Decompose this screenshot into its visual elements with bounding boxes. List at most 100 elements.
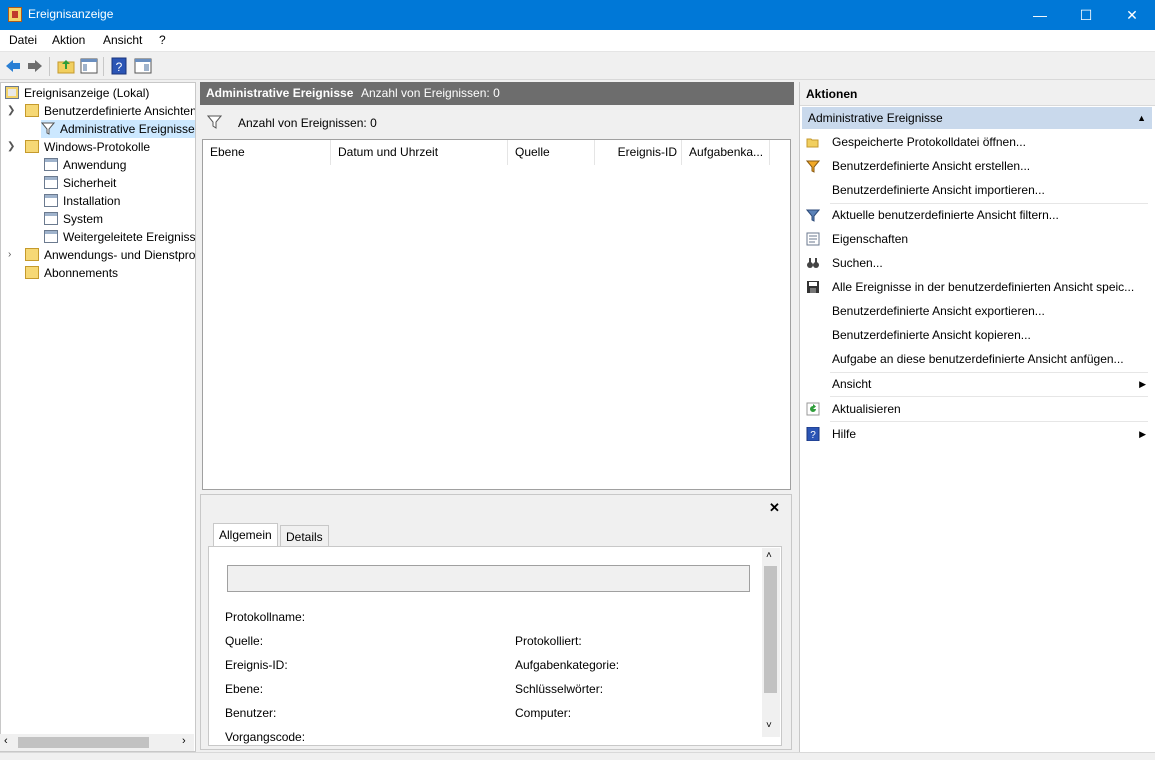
action-find[interactable]: Suchen... [804, 252, 1150, 274]
view-title: Administrative Ereignisse [206, 86, 354, 100]
column-header-datum[interactable]: Datum und Uhrzeit [331, 140, 508, 165]
create-filter-icon [806, 160, 820, 173]
label-benutzer: Benutzer: [225, 706, 277, 720]
action-export-custom-view[interactable]: Benutzerdefinierte Ansicht exportieren..… [804, 300, 1150, 322]
label-quelle: Quelle: [225, 634, 264, 648]
separator [830, 421, 1148, 422]
console-tree: Ereignisanzeige (Lokal) ❯ Benutzerdefini… [0, 82, 196, 752]
scroll-right-icon[interactable]: › [182, 735, 186, 747]
tree-item-windows-logs[interactable]: Windows-Protokolle [25, 138, 150, 156]
action-properties[interactable]: Eigenschaften [804, 228, 1150, 250]
svg-text:?: ? [810, 430, 816, 441]
tree-item-system[interactable]: System [44, 210, 103, 228]
label-schluesselwoerter: Schlüsselwörter: [515, 682, 604, 696]
action-copy-custom-view[interactable]: Benutzerdefinierte Ansicht kopieren... [804, 324, 1150, 346]
save-icon [807, 281, 819, 293]
action-import-custom-view[interactable]: Benutzerdefinierte Ansicht importieren..… [804, 179, 1150, 201]
show-hide-action-pane-icon[interactable] [134, 57, 152, 75]
event-viewer-app-icon [8, 7, 22, 22]
submenu-arrow-icon: ▶ [1139, 379, 1146, 389]
menu-bar: Datei Aktion Ansicht ? [0, 30, 1155, 52]
tree-item-sicherheit[interactable]: Sicherheit [44, 174, 116, 192]
actions-section-header[interactable]: Administrative Ereignisse ▲ [802, 107, 1152, 129]
actions-pane: Aktionen Administrative Ereignisse ▲ Ges… [799, 82, 1155, 752]
minimize-button[interactable]: — [1017, 0, 1063, 30]
label-aufgabenkategorie: Aufgabenkategorie: [515, 658, 620, 672]
action-save-all-events[interactable]: Alle Ereignisse in der benutzerdefiniert… [804, 276, 1150, 298]
actions-header: Aktionen [800, 82, 1155, 106]
close-button[interactable]: ✕ [1109, 0, 1155, 30]
back-arrow-icon[interactable] [4, 57, 22, 75]
tree-item-subscriptions[interactable]: Abonnements [25, 264, 118, 282]
status-bar [0, 752, 1155, 760]
event-count: Anzahl von Ereignissen: 0 [361, 86, 500, 100]
event-viewer-icon [5, 86, 19, 99]
general-tab-panel: Protokollname: Quelle: Protokolliert: Er… [208, 546, 782, 746]
log-icon [44, 230, 58, 243]
action-attach-task[interactable]: Aufgabe an diese benutzerdefinierte Ansi… [804, 348, 1150, 370]
action-view[interactable]: Ansicht ▶ [804, 373, 1150, 395]
column-header-ereignis-id[interactable]: Ereignis-ID [595, 140, 682, 165]
scroll-left-icon[interactable]: ‹ [4, 735, 8, 747]
forward-arrow-icon[interactable] [26, 57, 44, 75]
close-detail-icon[interactable]: ✕ [769, 500, 780, 516]
help-icon[interactable]: ? [110, 57, 128, 75]
scrollbar-thumb[interactable] [764, 566, 777, 693]
toolbar-separator [49, 57, 50, 76]
tree-item-anwendung[interactable]: Anwendung [44, 156, 126, 174]
show-hide-console-tree-icon[interactable] [80, 57, 98, 75]
filter-icon [40, 122, 56, 135]
actions-section-title: Administrative Ereignisse [808, 111, 943, 125]
tree-horizontal-scrollbar[interactable]: ‹ › [0, 734, 194, 751]
column-header-aufgabenkategorie[interactable]: Aufgabenka... [682, 140, 770, 165]
tree-item-root[interactable]: Ereignisanzeige (Lokal) [5, 84, 149, 102]
filter-count: Anzahl von Ereignissen: 0 [238, 116, 377, 130]
menu-datei[interactable]: Datei [9, 33, 37, 47]
event-description-box[interactable] [227, 565, 750, 592]
scrollbar-thumb[interactable] [18, 737, 149, 748]
folder-icon [25, 140, 39, 153]
action-help[interactable]: ? Hilfe ▶ [804, 423, 1150, 445]
maximize-button[interactable]: ☐ [1063, 0, 1109, 30]
menu-help[interactable]: ? [159, 33, 166, 47]
label-protokolliert: Protokolliert: [515, 634, 582, 648]
collapse-up-icon[interactable]: ▲ [1137, 107, 1146, 129]
center-header: Administrative Ereignisse Anzahl von Ere… [200, 82, 794, 105]
action-open-saved-log[interactable]: Gespeicherte Protokolldatei öffnen... [804, 131, 1150, 153]
column-header-quelle[interactable]: Quelle [508, 140, 595, 165]
scroll-down-icon[interactable]: ˅ [766, 720, 772, 731]
filter-bar: Anzahl von Ereignissen: 0 [202, 110, 790, 135]
tree-item-application-service-logs[interactable]: Anwendungs- und Dienstprotokolle [25, 246, 195, 264]
refresh-icon [806, 402, 820, 416]
label-vorgangscode: Vorgangscode: [225, 730, 306, 744]
action-refresh[interactable]: Aktualisieren [804, 398, 1150, 420]
chevron-right-icon[interactable]: › [8, 246, 18, 264]
action-create-custom-view[interactable]: Benutzerdefinierte Ansicht erstellen... [804, 155, 1150, 177]
folder-icon [25, 248, 39, 261]
detail-vertical-scrollbar[interactable]: ˄ ˅ [762, 548, 780, 737]
scroll-up-icon[interactable]: ˄ [766, 550, 772, 561]
column-header-ebene[interactable]: Ebene [203, 140, 331, 165]
subscription-icon [25, 266, 39, 279]
filter-icon [207, 115, 222, 129]
chevron-down-icon[interactable]: ❯ [7, 138, 17, 156]
folder-icon [25, 104, 39, 117]
separator [830, 396, 1148, 397]
menu-ansicht[interactable]: Ansicht [103, 33, 142, 47]
tab-allgemein[interactable]: Allgemein [213, 523, 278, 547]
title-bar: Ereignisanzeige — ☐ ✕ [0, 0, 1155, 30]
events-grid[interactable]: Ebene Datum und Uhrzeit Quelle Ereignis-… [202, 139, 791, 490]
label-ereignis-id: Ereignis-ID: [225, 658, 288, 672]
tree-item-custom-views[interactable]: Benutzerdefinierte Ansichten [25, 102, 195, 120]
up-folder-icon[interactable] [57, 57, 75, 75]
tree-item-administrative-events[interactable]: Administrative Ereignisse [40, 120, 195, 138]
tab-details[interactable]: Details [280, 525, 329, 547]
menu-aktion[interactable]: Aktion [52, 33, 85, 47]
chevron-down-icon[interactable]: ❯ [7, 102, 17, 120]
action-filter-current-view[interactable]: Aktuelle benutzerdefinierte Ansicht filt… [804, 204, 1150, 226]
log-icon [44, 158, 58, 171]
toolbar-separator [103, 57, 104, 76]
toolbar: ? [0, 53, 1155, 80]
tree-item-forwarded-events[interactable]: Weitergeleitete Ereignisse [44, 228, 195, 246]
tree-item-installation[interactable]: Installation [44, 192, 120, 210]
